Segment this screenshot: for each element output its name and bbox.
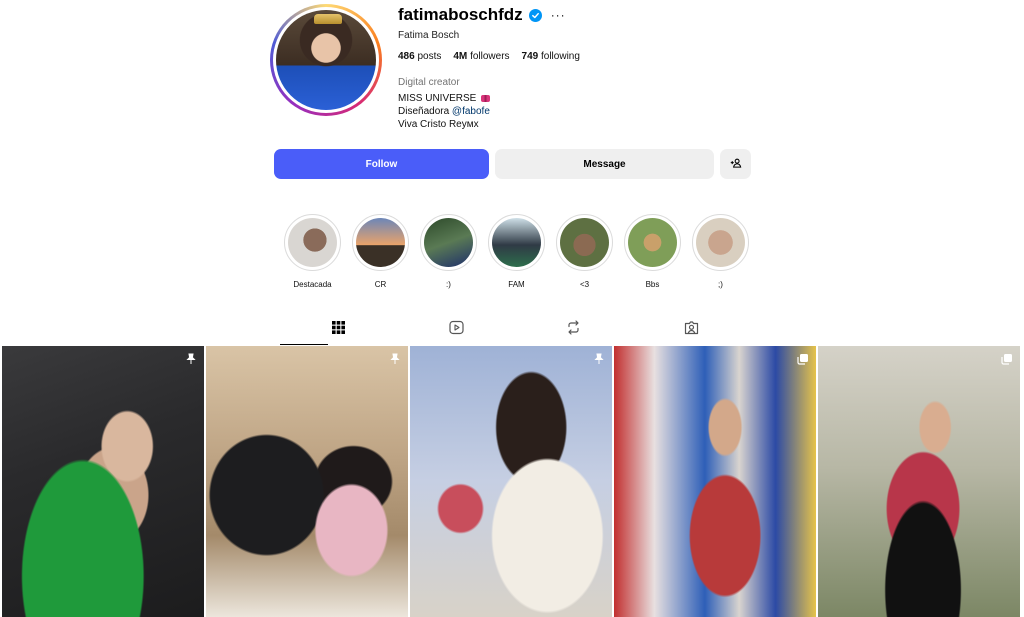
ribbon-emoji-icon — [481, 94, 491, 102]
profile-category: Digital creator — [398, 77, 460, 88]
message-button[interactable]: Message — [495, 149, 714, 179]
profile-info: fatimaboschfdz ··· Fatima Bosch 486 post… — [398, 4, 580, 130]
tab-tagged[interactable] — [633, 315, 751, 345]
tab-reels[interactable] — [398, 315, 516, 345]
highlight-label: Destacada — [293, 280, 332, 289]
highlight-item[interactable]: CR — [352, 214, 409, 289]
following-stat[interactable]: 749 following — [522, 51, 580, 62]
verified-badge-icon — [528, 8, 542, 22]
repost-icon — [566, 320, 581, 340]
full-name: Fatima Bosch — [398, 30, 460, 41]
post-thumbnail[interactable] — [206, 346, 408, 617]
bio-line-3: Viva Cristo Reyмх — [398, 119, 479, 130]
followers-stat[interactable]: 4M followers — [453, 51, 509, 62]
bio-line-2: Diseñadora @fabofe — [398, 106, 490, 117]
post-thumbnail[interactable] — [410, 346, 612, 617]
profile-actions: Follow Message — [274, 149, 751, 179]
highlight-item[interactable]: FAM — [488, 214, 545, 289]
highlight-label: <3 — [579, 280, 590, 289]
highlight-label: :) — [446, 280, 451, 289]
highlight-cover — [628, 218, 677, 267]
profile-photo — [276, 10, 376, 110]
person-add-icon — [730, 157, 742, 172]
highlight-cover — [288, 218, 337, 267]
highlight-item[interactable]: Bbs — [624, 214, 681, 289]
avatar[interactable] — [270, 4, 382, 116]
highlight-item[interactable]: :) — [420, 214, 477, 289]
bio-line-1: MISS UNIVERSE — [398, 94, 580, 104]
bio-mention-link[interactable]: @fabofe — [452, 106, 490, 117]
tab-posts[interactable] — [280, 315, 398, 345]
profile-header: fatimaboschfdz ··· Fatima Bosch 486 post… — [270, 4, 760, 134]
crown-decoration — [314, 14, 342, 24]
pin-icon — [593, 352, 605, 370]
highlight-cover — [424, 218, 473, 267]
posts-grid — [2, 346, 1022, 617]
highlight-item[interactable]: Destacada — [284, 214, 341, 289]
carousel-icon — [797, 352, 809, 370]
highlight-item[interactable]: ;) — [692, 214, 749, 289]
grid-icon — [331, 320, 346, 340]
reels-icon — [449, 320, 464, 340]
highlight-cover — [492, 218, 541, 267]
posts-stat[interactable]: 486 posts — [398, 51, 441, 62]
tagged-icon — [684, 320, 699, 340]
highlight-label: CR — [374, 280, 387, 289]
highlight-cover — [696, 218, 745, 267]
pin-icon — [185, 352, 197, 370]
carousel-icon — [1001, 352, 1013, 370]
profile-tabs — [280, 315, 750, 345]
highlight-label: ;) — [718, 280, 723, 289]
highlight-label: FAM — [508, 280, 525, 289]
post-thumbnail[interactable] — [614, 346, 816, 617]
highlight-item[interactable]: <3 — [556, 214, 613, 289]
post-thumbnail[interactable] — [2, 346, 204, 617]
highlight-label: Bbs — [645, 280, 660, 289]
profile-stats: 486 posts 4M followers 749 following — [398, 51, 580, 62]
highlight-cover — [560, 218, 609, 267]
username: fatimaboschfdz — [398, 5, 523, 24]
follow-button[interactable]: Follow — [274, 149, 489, 179]
tab-reposts[interactable] — [515, 315, 633, 345]
story-highlights: Destacada CR :) FAM <3 Bbs ;) — [284, 214, 749, 289]
highlight-cover — [356, 218, 405, 267]
suggest-people-button[interactable] — [720, 149, 751, 179]
post-thumbnail[interactable] — [818, 346, 1020, 617]
more-options-icon[interactable]: ··· — [551, 8, 566, 22]
pin-icon — [389, 352, 401, 370]
